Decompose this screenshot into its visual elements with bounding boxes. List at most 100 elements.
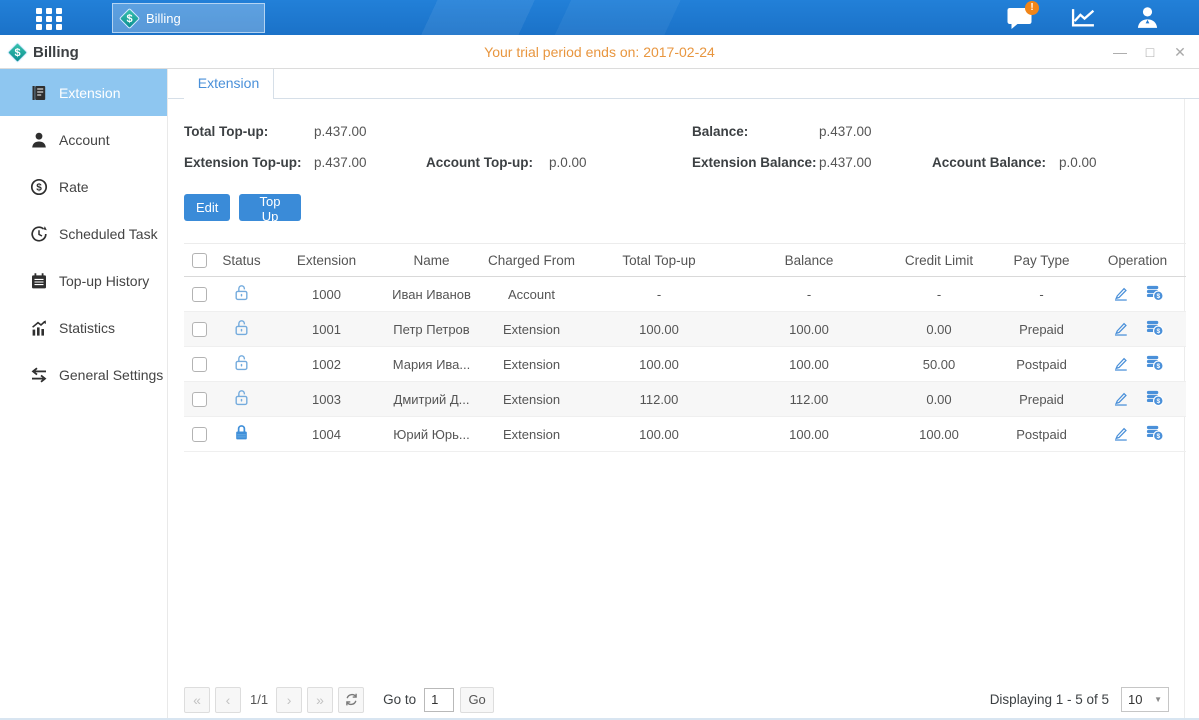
cell-credit-limit: 0.00 [884, 312, 994, 347]
account-topup-label: Account Top-up: [426, 155, 533, 170]
page-size-select[interactable]: 10 ▼ [1121, 687, 1169, 712]
resource-monitor-icon[interactable] [1070, 6, 1097, 30]
extension-balance-value: p.437.00 [819, 155, 872, 170]
sidebar-item-account[interactable]: Account [0, 116, 167, 163]
table-header-row: Status Extension Name Charged From Total… [184, 244, 1186, 277]
cell-charged-from: Extension [479, 312, 584, 347]
col-extension: Extension [269, 244, 384, 277]
prev-page-button[interactable]: ‹ [215, 687, 241, 713]
sidebar-item-scheduled-task[interactable]: Scheduled Task [0, 210, 167, 257]
tab-extension[interactable]: Extension [184, 69, 274, 99]
edit-icon[interactable] [1111, 424, 1129, 442]
edit-icon[interactable] [1111, 389, 1129, 407]
cell-pay-type: - [994, 277, 1089, 312]
bar-chart-icon [30, 319, 48, 337]
balance-label: Balance: [692, 124, 748, 139]
notifications-icon[interactable]: ! [1006, 6, 1033, 30]
balance-value: p.437.00 [819, 124, 872, 139]
row-checkbox[interactable] [192, 427, 207, 442]
sidebar-item-label: Rate [59, 179, 89, 195]
sidebar-item-label: General Settings [59, 367, 163, 383]
calendar-icon [30, 272, 48, 290]
user-account-icon[interactable] [1134, 6, 1161, 30]
cell-total-topup: 100.00 [584, 312, 734, 347]
next-page-button[interactable]: › [276, 687, 302, 713]
first-page-button[interactable]: « [184, 687, 210, 713]
pagination-bar: « ‹ 1/1 › » Go to Go Displaying 1 - 5 of… [184, 686, 1169, 713]
row-checkbox[interactable] [192, 287, 207, 302]
goto-page-input[interactable] [424, 688, 454, 712]
refresh-button[interactable] [338, 687, 364, 713]
sidebar-item-label: Extension [59, 85, 120, 101]
extension-balance-label: Extension Balance: [692, 155, 817, 170]
sidebar-item-extension[interactable]: Extension [0, 69, 167, 116]
select-all-checkbox[interactable] [192, 253, 207, 268]
sidebar-item-topup-history[interactable]: Top-up History [0, 257, 167, 304]
sliders-icon [30, 366, 48, 384]
col-charged-from: Charged From [479, 244, 584, 277]
book-icon [30, 84, 48, 102]
sidebar-item-statistics[interactable]: Statistics [0, 304, 167, 351]
edit-icon[interactable] [1111, 354, 1129, 372]
row-checkbox[interactable] [192, 392, 207, 407]
person-icon [30, 131, 48, 149]
topup-icon[interactable] [1145, 388, 1164, 407]
billing-app-tab-label: Billing [146, 11, 181, 26]
balance-summary: Total Top-up: p.437.00 Balance: p.437.00… [168, 114, 1199, 189]
close-button[interactable]: ✕ [1173, 44, 1187, 61]
topup-icon[interactable] [1145, 423, 1164, 442]
edit-button[interactable]: Edit [184, 194, 230, 221]
go-button[interactable]: Go [460, 687, 494, 713]
billing-app-icon: $ [119, 7, 140, 28]
extension-table: Status Extension Name Charged From Total… [184, 243, 1186, 452]
lock-open-icon[interactable] [233, 319, 250, 336]
cell-extension: 1003 [269, 382, 384, 417]
topup-icon[interactable] [1145, 353, 1164, 372]
app-launcher-icon[interactable] [36, 8, 70, 28]
table-row: 1004 Юрий Юрь... Extension 100.00 100.00… [184, 417, 1186, 452]
chevron-down-icon: ▼ [1154, 695, 1162, 704]
sidebar-item-rate[interactable]: Rate [0, 163, 167, 210]
edit-icon[interactable] [1111, 284, 1129, 302]
minimize-button[interactable]: — [1113, 44, 1127, 60]
lock-closed-icon[interactable] [233, 424, 250, 441]
window-title: Billing [33, 44, 79, 61]
lock-open-icon[interactable] [233, 389, 250, 406]
sidebar-item-label: Account [59, 132, 110, 148]
cell-credit-limit: 0.00 [884, 382, 994, 417]
last-page-button[interactable]: » [307, 687, 333, 713]
refresh-icon [344, 692, 359, 707]
topup-icon[interactable] [1145, 318, 1164, 337]
billing-logo-icon: $ [7, 41, 28, 62]
table-row: 1003 Дмитрий Д... Extension 112.00 112.0… [184, 382, 1186, 417]
cell-pay-type: Prepaid [994, 382, 1089, 417]
cell-pay-type: Prepaid [994, 312, 1089, 347]
cell-name: Петр Петров [384, 312, 479, 347]
row-checkbox[interactable] [192, 322, 207, 337]
lock-open-icon[interactable] [233, 284, 250, 301]
account-topup-value: p.0.00 [549, 155, 587, 170]
cell-name: Иван Иванов [384, 277, 479, 312]
maximize-button[interactable]: □ [1143, 44, 1157, 60]
edit-icon[interactable] [1111, 319, 1129, 337]
total-topup-label: Total Top-up: [184, 124, 268, 139]
notification-badge: ! [1025, 1, 1039, 15]
row-checkbox[interactable] [192, 357, 207, 372]
billing-app-tab[interactable]: $ Billing [112, 3, 265, 33]
main-panel: Extension Total Top-up: p.437.00 Balance… [168, 69, 1199, 720]
cell-name: Дмитрий Д... [384, 382, 479, 417]
cell-pay-type: Postpaid [994, 347, 1089, 382]
cell-balance: 100.00 [734, 347, 884, 382]
cell-balance: 112.00 [734, 382, 884, 417]
cell-balance: 100.00 [734, 417, 884, 452]
account-balance-value: p.0.00 [1059, 155, 1097, 170]
top-up-button[interactable]: Top Up [239, 194, 301, 221]
topup-icon[interactable] [1145, 283, 1164, 302]
sidebar-item-label: Statistics [59, 320, 115, 336]
lock-open-icon[interactable] [233, 354, 250, 371]
col-name: Name [384, 244, 479, 277]
cell-charged-from: Extension [479, 347, 584, 382]
trial-notice: Your trial period ends on: 2017-02-24 [0, 35, 1199, 69]
sidebar-item-general-settings[interactable]: General Settings [0, 351, 167, 398]
extension-topup-label: Extension Top-up: [184, 155, 302, 170]
